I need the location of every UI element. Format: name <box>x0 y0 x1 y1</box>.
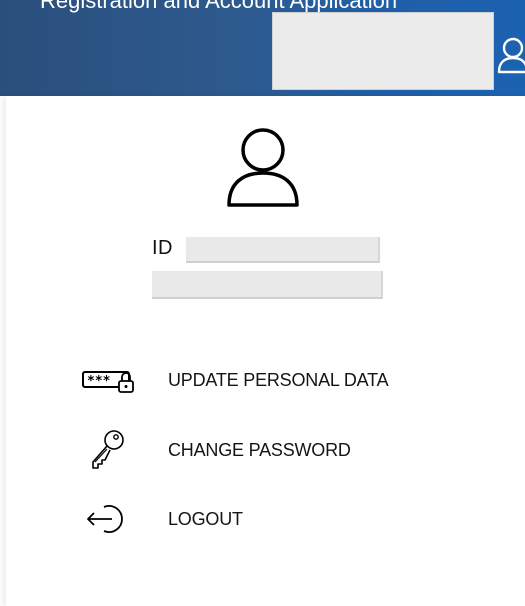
logout-label: LOGOUT <box>168 508 243 529</box>
app-window: Registration and Account Application ID … <box>0 0 525 606</box>
change-password-button[interactable]: CHANGE PASSWORD <box>60 428 460 472</box>
avatar <box>225 125 301 209</box>
svg-text:***: *** <box>87 374 111 389</box>
top-bar: Registration and Account Application <box>0 0 525 96</box>
header-search-box[interactable] <box>272 12 494 90</box>
name-value-field <box>152 271 383 299</box>
id-value-field <box>186 237 380 263</box>
logout-icon <box>60 497 152 541</box>
update-personal-data-label: UPDATE PERSONAL DATA <box>168 369 389 390</box>
password-card-icon: *** <box>60 358 152 402</box>
key-icon <box>60 428 152 472</box>
user-icon[interactable] <box>497 36 525 76</box>
update-personal-data-button[interactable]: *** UPDATE PERSONAL DATA <box>60 358 460 402</box>
id-label: ID <box>152 237 173 259</box>
logout-button[interactable]: LOGOUT <box>60 497 460 541</box>
change-password-label: CHANGE PASSWORD <box>168 439 351 460</box>
